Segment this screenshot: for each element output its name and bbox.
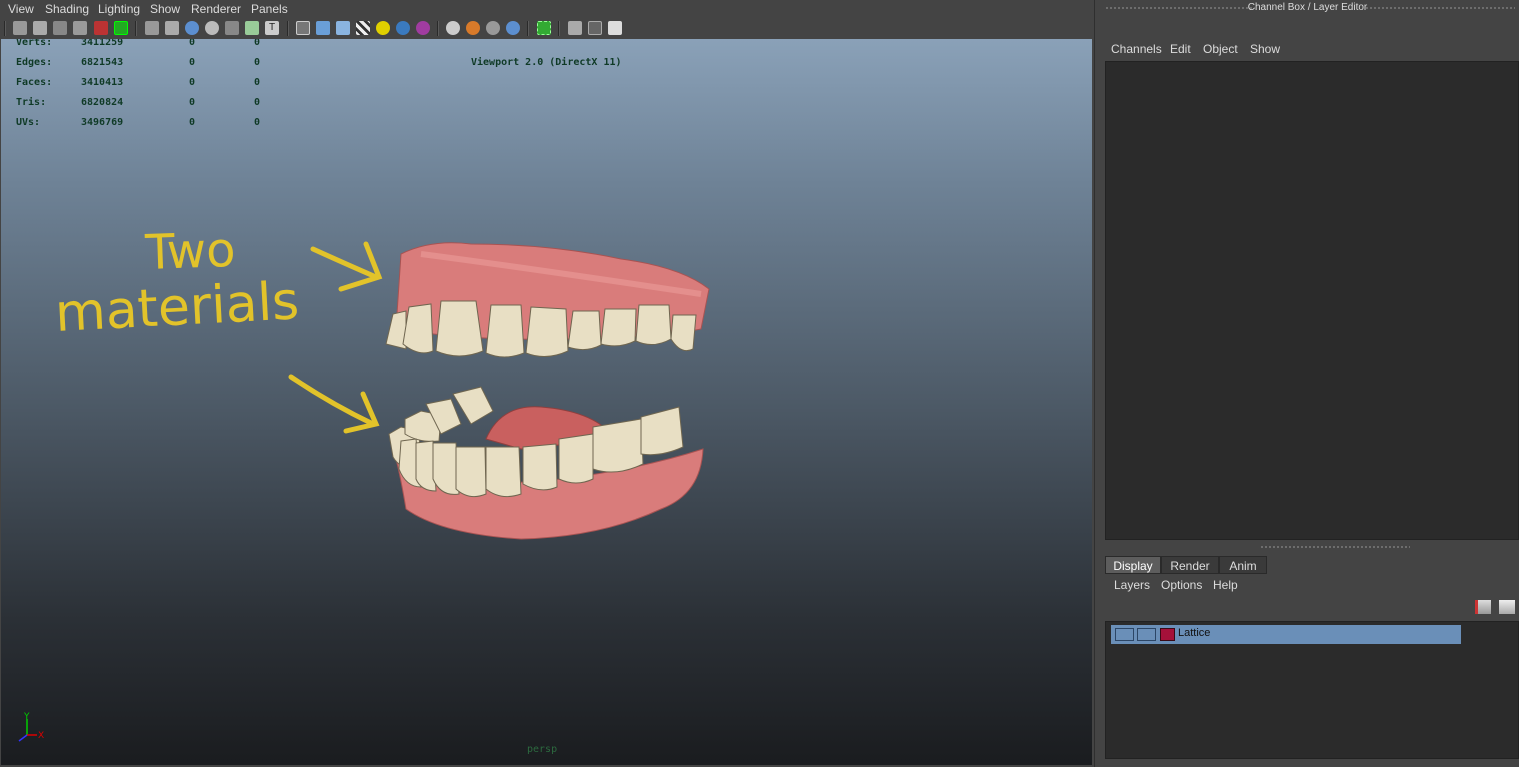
annotation-line-2: materials (54, 271, 301, 344)
bookmark-icon[interactable] (53, 21, 67, 35)
film-gate-icon[interactable] (165, 21, 179, 35)
viewport-panel: View Shading Lighting Show Renderer Pane… (0, 0, 1093, 767)
new-layer-icon[interactable] (1499, 600, 1515, 614)
motion-blur-icon[interactable] (446, 21, 460, 35)
menu-help[interactable]: Help (1213, 578, 1238, 592)
axis-gizmo: Y X (18, 712, 44, 742)
menu-options[interactable]: Options (1161, 578, 1202, 592)
toolbar-separator (135, 21, 137, 36)
xray-icon[interactable] (506, 21, 520, 35)
tab-display[interactable]: Display (1105, 556, 1161, 574)
xray-joints-icon[interactable] (568, 21, 582, 35)
toolbar-separator (4, 21, 6, 36)
select-camera-icon[interactable] (13, 21, 27, 35)
menu-panels[interactable]: Panels (251, 2, 288, 16)
axis-y-label: Y (23, 712, 30, 722)
annotation-arrow-upper (310, 241, 383, 292)
viewport-toolbar: T (0, 18, 1093, 39)
resolution-gate-icon[interactable] (185, 21, 199, 35)
channel-box-area[interactable] (1105, 61, 1519, 540)
safe-title-icon[interactable]: T (265, 21, 279, 35)
lower-jaw-model (388, 386, 704, 540)
xray-components-icon[interactable] (588, 21, 602, 35)
tab-render[interactable]: Render (1161, 556, 1219, 574)
safe-action-icon[interactable] (245, 21, 259, 35)
menu-renderer[interactable]: Renderer (191, 2, 241, 16)
gate-mask-icon[interactable] (205, 21, 219, 35)
grease-pencil-icon[interactable] (114, 21, 128, 35)
toolbar-separator (558, 21, 560, 36)
annotation-arrow-lower (288, 374, 380, 434)
camera-attributes-icon[interactable] (33, 21, 47, 35)
layer-row-lattice[interactable]: Lattice (1111, 625, 1461, 644)
shadows-icon[interactable] (396, 21, 410, 35)
menu-object[interactable]: Object (1203, 42, 1238, 56)
image-plane-icon[interactable] (73, 21, 87, 35)
new-layer-from-selected-icon[interactable] (1475, 600, 1491, 614)
2d-pan-zoom-icon[interactable] (94, 21, 108, 35)
annotation-line-1: Two (143, 222, 236, 281)
use-all-lights-icon[interactable] (376, 21, 390, 35)
pane-splitter[interactable] (1260, 545, 1410, 549)
layer-color-swatch[interactable] (1160, 628, 1175, 641)
screen-space-ao-icon[interactable] (416, 21, 430, 35)
layer-display-type-toggle[interactable] (1137, 628, 1156, 641)
smooth-shade-icon[interactable] (316, 21, 330, 35)
menu-channels[interactable]: Channels (1111, 42, 1162, 56)
upper-jaw-model (385, 242, 710, 358)
node-editor-icon[interactable] (608, 21, 622, 35)
menu-show-channels[interactable]: Show (1250, 42, 1280, 56)
axis-x-label: X (38, 731, 44, 741)
menu-lighting[interactable]: Lighting (98, 2, 140, 16)
toolbar-separator (527, 21, 529, 36)
textured-icon[interactable] (356, 21, 370, 35)
scene-drawing: Two materials Y X (18, 222, 710, 742)
layer-name: Lattice (1178, 627, 1211, 639)
menu-edit[interactable]: Edit (1170, 42, 1191, 56)
multisample-aa-icon[interactable] (466, 21, 480, 35)
toolbar-separator (287, 21, 289, 36)
menu-view[interactable]: View (8, 2, 34, 16)
field-chart-icon[interactable] (225, 21, 239, 35)
menu-shading[interactable]: Shading (45, 2, 89, 16)
wireframe-on-shaded-icon[interactable] (336, 21, 350, 35)
panel-drag-handle[interactable] (1365, 6, 1515, 10)
grid-icon[interactable] (145, 21, 159, 35)
camera-name-label: persp (527, 744, 558, 755)
depth-of-field-icon[interactable] (486, 21, 500, 35)
menu-show[interactable]: Show (150, 2, 180, 16)
tab-anim[interactable]: Anim (1219, 556, 1267, 574)
isolate-select-icon[interactable] (537, 21, 551, 35)
toolbar-separator (437, 21, 439, 36)
layer-visibility-toggle[interactable] (1115, 628, 1134, 641)
viewport-menubar: View Shading Lighting Show Renderer Pane… (0, 0, 1093, 18)
wireframe-icon[interactable] (296, 21, 310, 35)
menu-layers[interactable]: Layers (1114, 578, 1150, 592)
channel-box-layer-editor: Channel Box / Layer Editor Channels Edit… (1094, 0, 1519, 767)
3d-viewport[interactable]: Verts: 3411259 0 0 Edges: 6821543 0 0 Fa… (1, 39, 1092, 765)
layer-list: Lattice (1105, 621, 1519, 759)
